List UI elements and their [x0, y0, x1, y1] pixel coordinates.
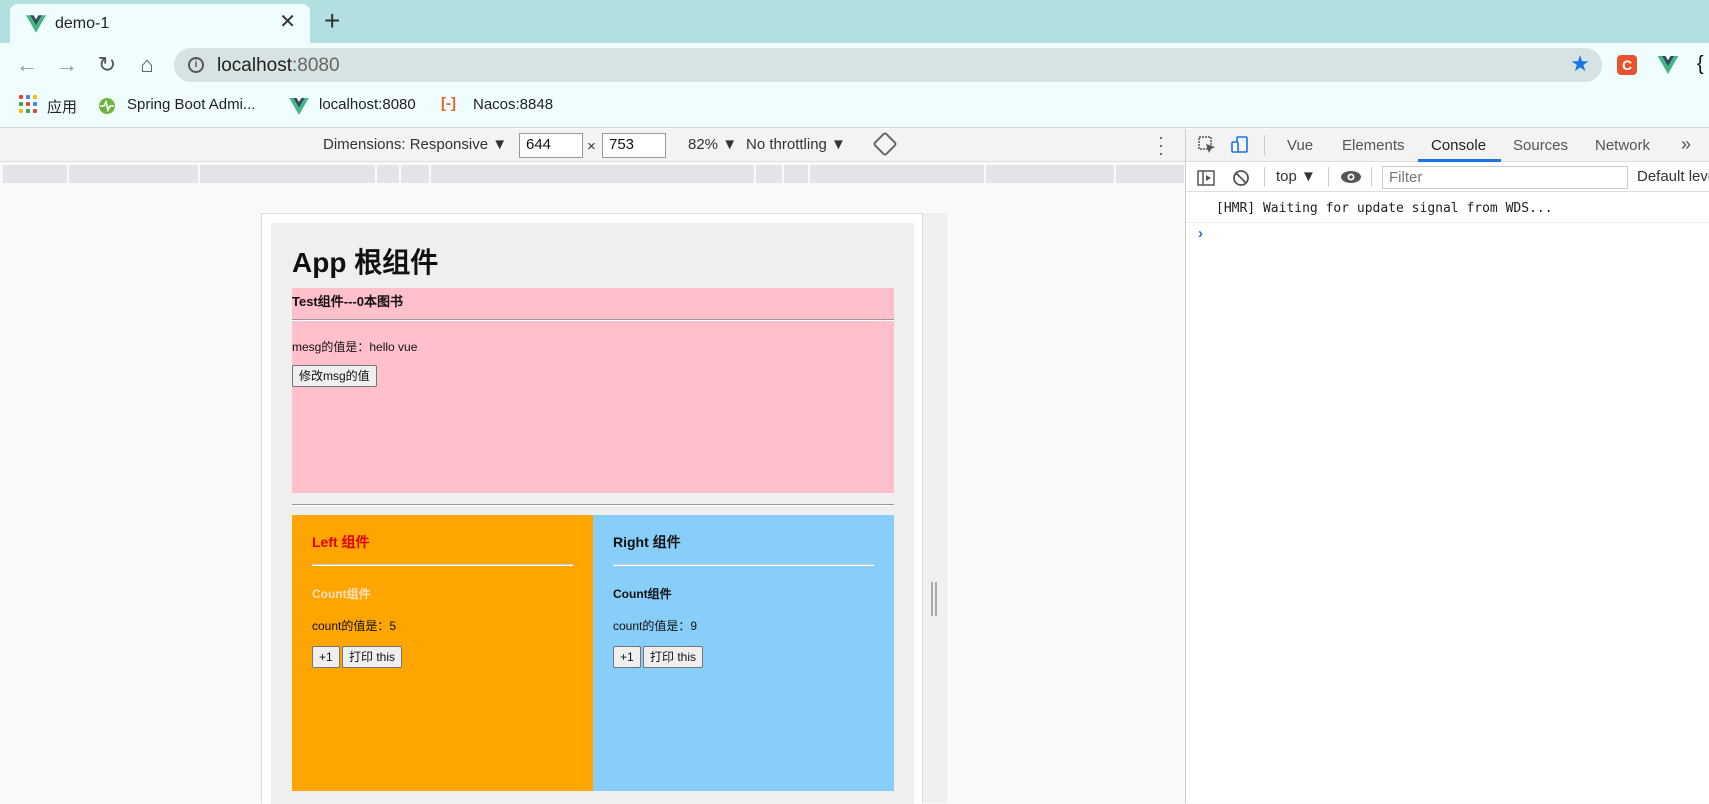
- zoom-dropdown[interactable]: 82% ▼: [688, 136, 737, 153]
- right-title: Right 组件: [613, 534, 681, 550]
- bookmark-apps[interactable]: 应用: [47, 96, 77, 117]
- left-count-title: Count组件: [312, 587, 371, 601]
- nacos-icon: [-]: [441, 95, 456, 112]
- tab-title: demo-1: [55, 15, 110, 32]
- clear-console-icon[interactable]: [1232, 169, 1250, 187]
- test-title: Test组件---0本图书: [292, 294, 403, 309]
- console-prompt-icon[interactable]: ›: [1198, 225, 1203, 242]
- devtools-panel: Vue Elements Console Sources Network » t…: [1185, 129, 1709, 803]
- divider: [312, 564, 573, 566]
- left-component: Left 组件 Count组件 count的值是：5 +1 打印 this: [292, 515, 593, 791]
- right-count-value: count的值是：9: [613, 619, 698, 633]
- url-text: localhost:8080: [217, 55, 340, 77]
- console-filter-input[interactable]: Filter: [1382, 166, 1628, 189]
- divider: [292, 504, 894, 506]
- close-tab-icon[interactable]: ✕: [279, 12, 296, 32]
- device-toggle-icon[interactable]: [1231, 136, 1249, 154]
- address-bar[interactable]: i localhost:8080 ★: [174, 48, 1602, 82]
- browser-toolbar: ← → ↻ ⌂ i localhost:8080 ★ C {: [0, 43, 1709, 86]
- left-increment-button[interactable]: +1: [312, 646, 340, 668]
- divider: [613, 564, 874, 566]
- url-host: localhost: [217, 55, 292, 76]
- active-tab-indicator: [1418, 159, 1501, 162]
- device-toolbar: Dimensions: Responsive ▼ 644 × 753 82% ▼…: [0, 128, 1185, 162]
- tab-network[interactable]: Network: [1595, 137, 1650, 154]
- rotate-icon[interactable]: [872, 131, 898, 157]
- left-count-value: count的值是：5: [312, 619, 397, 633]
- bookmark-star-icon[interactable]: ★: [1570, 51, 1590, 77]
- console-toolbar: top ▼ Filter Default leve: [1186, 163, 1709, 192]
- right-print-this-button[interactable]: 打印 this: [643, 646, 704, 668]
- forward-arrow-icon[interactable]: →: [53, 51, 81, 79]
- tab-sources[interactable]: Sources: [1513, 137, 1568, 154]
- eye-icon[interactable]: [1340, 168, 1362, 186]
- vue-logo-icon: [26, 15, 46, 33]
- app-title: App 根组件: [292, 247, 439, 278]
- new-tab-button[interactable]: +: [324, 7, 340, 35]
- site-info-icon[interactable]: i: [188, 57, 204, 73]
- bookmark-nacos[interactable]: Nacos:8848: [473, 96, 553, 113]
- tab-strip: demo-1 ✕ +: [0, 0, 1709, 43]
- sidebar-toggle-icon[interactable]: [1197, 169, 1215, 187]
- home-icon[interactable]: ⌂: [133, 51, 161, 79]
- left-print-this-button[interactable]: 打印 this: [342, 646, 403, 668]
- resize-handle[interactable]: [931, 582, 937, 616]
- right-component: Right 组件 Count组件 count的值是：9 +1 打印 this: [593, 515, 894, 791]
- width-input[interactable]: 644: [519, 133, 583, 158]
- spring-boot-admin-icon: [99, 98, 115, 114]
- bookmark-localhost[interactable]: localhost:8080: [319, 96, 416, 113]
- msg-value: mesg的值是：hello vue: [292, 340, 418, 354]
- device-frame: App 根组件 Test组件---0本图书 mesg的值是：hello vue …: [261, 213, 923, 804]
- log-levels-dropdown[interactable]: Default leve: [1637, 168, 1709, 185]
- reload-icon[interactable]: ↻: [93, 51, 121, 79]
- divider: [292, 319, 894, 321]
- app-root: App 根组件 Test组件---0本图书 mesg的值是：hello vue …: [271, 223, 914, 804]
- change-msg-button[interactable]: 修改msg的值: [292, 365, 377, 387]
- more-tabs-icon[interactable]: »: [1681, 134, 1691, 155]
- extension-c-icon[interactable]: C: [1617, 55, 1637, 75]
- context-selector[interactable]: top ▼: [1276, 168, 1316, 185]
- dimensions-dropdown[interactable]: Dimensions: Responsive ▼: [323, 136, 507, 153]
- apps-grid-icon: [19, 95, 37, 113]
- more-options-icon[interactable]: · · ·: [1156, 128, 1166, 162]
- throttling-dropdown[interactable]: No throttling ▼: [746, 136, 846, 153]
- back-arrow-icon[interactable]: ←: [13, 51, 41, 79]
- media-query-ruler[interactable]: [0, 162, 1185, 186]
- emulated-viewport: App 根组件 Test组件---0本图书 mesg的值是：hello vue …: [0, 186, 1185, 804]
- times-sign: ×: [587, 138, 596, 155]
- tab-console[interactable]: Console: [1431, 137, 1486, 154]
- tab-vue[interactable]: Vue: [1287, 137, 1313, 154]
- vue-devtools-extension-icon[interactable]: [1657, 56, 1679, 74]
- tab-elements[interactable]: Elements: [1342, 137, 1405, 154]
- url-port: :8080: [292, 55, 340, 76]
- right-count-title: Count组件: [613, 587, 672, 601]
- devtools-tab-bar: Vue Elements Console Sources Network »: [1186, 129, 1709, 162]
- test-component: Test组件---0本图书 mesg的值是：hello vue 修改msg的值: [292, 288, 894, 493]
- height-input[interactable]: 753: [602, 133, 666, 158]
- browser-tab[interactable]: demo-1 ✕: [10, 4, 310, 43]
- inspect-element-icon[interactable]: [1198, 136, 1216, 154]
- vue-logo-icon: [289, 98, 309, 115]
- console-message: [HMR] Waiting for update signal from WDS…: [1216, 201, 1553, 216]
- json-extension-icon[interactable]: {: [1697, 53, 1704, 76]
- left-title: Left 组件: [312, 534, 370, 550]
- bookmarks-bar: 应用 Spring Boot Admi... localhost:8080 [-…: [0, 86, 1709, 128]
- right-increment-button[interactable]: +1: [613, 646, 641, 668]
- bookmark-spring-boot-admin[interactable]: Spring Boot Admi...: [127, 96, 255, 113]
